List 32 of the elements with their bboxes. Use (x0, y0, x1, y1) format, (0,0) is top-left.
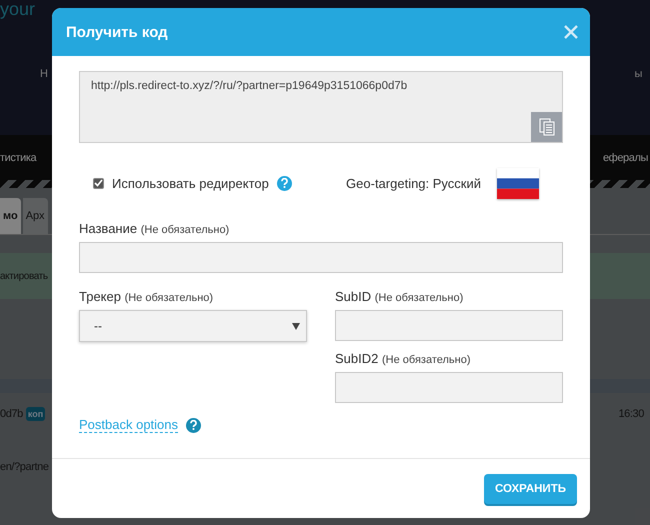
url-text: http://pls.redirect-to.xyz/?/ru/?partner=p19649p3151066p0d7b (90, 79, 408, 94)
field-label: SubID2 (Не обязательно) (335, 351, 472, 366)
header-text: Н (40, 68, 48, 80)
flag-icon (497, 168, 539, 198)
field-label: SubID (Не обязательно) (335, 289, 464, 304)
subid2-input[interactable] (335, 372, 563, 403)
postback-link[interactable]: Postback options (79, 417, 178, 433)
nav-link[interactable]: тистика (0, 152, 36, 164)
geo-text: Geo-targeting: Русский (346, 176, 481, 190)
help-icon[interactable] (276, 176, 292, 190)
url-field[interactable]: http://pls.redirect-to.xyz/?/ru/?partner=p19649p3151066p0d7b (79, 71, 563, 143)
page-headline: your (0, 0, 36, 19)
caret-icon (292, 322, 300, 330)
save-button[interactable]: СОХРАНИТЬ (484, 474, 577, 504)
field-label: Название (Не обязательно) (79, 221, 230, 236)
copy-icon (538, 118, 554, 136)
tab[interactable]: Арх (22, 198, 48, 234)
help-icon[interactable] (186, 418, 202, 432)
redirect-checkbox[interactable] (93, 178, 104, 188)
checkbox-label: Использовать редиректор (112, 176, 269, 190)
tab[interactable]: мо (0, 198, 21, 234)
subid-input[interactable] (335, 310, 563, 341)
tracker-select[interactable]: -- (79, 310, 307, 342)
close-icon[interactable] (564, 25, 578, 39)
field-label: Трекер (Не обязательно) (79, 289, 214, 304)
nav-link[interactable]: ефералы (602, 152, 648, 164)
copy-button[interactable] (531, 112, 562, 142)
header-text: ы (634, 68, 642, 80)
copy-badge[interactable]: коп (26, 407, 46, 421)
notice-text: актировать (0, 270, 48, 282)
name-input[interactable] (79, 242, 563, 273)
dialog-title: Получить код (66, 24, 168, 40)
